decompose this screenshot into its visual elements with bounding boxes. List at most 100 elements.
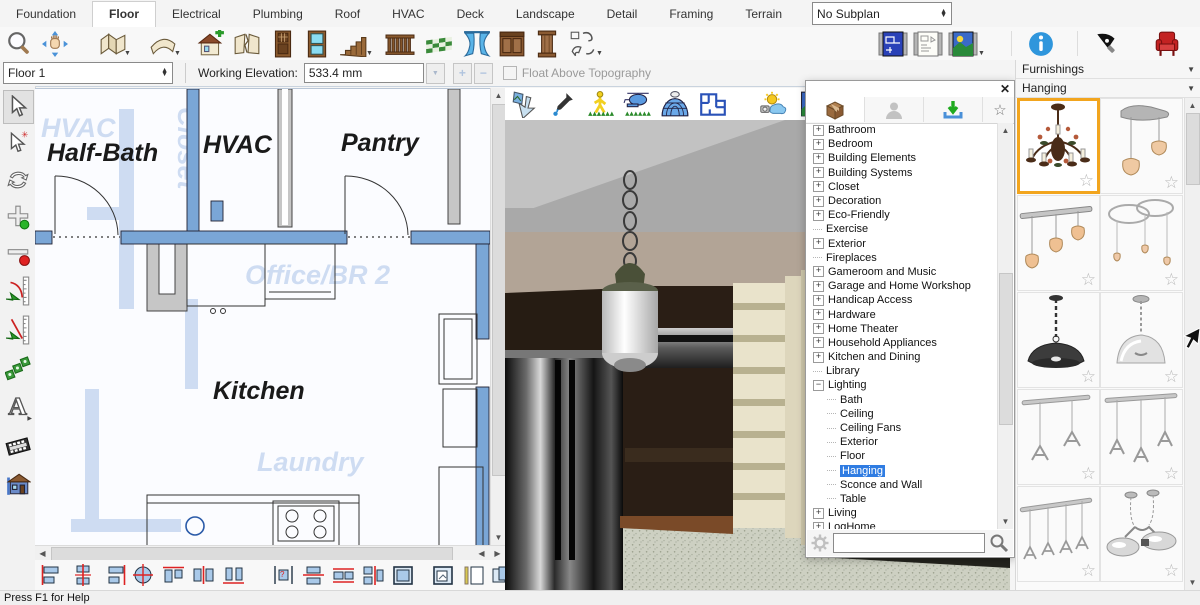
orbit-camera-icon[interactable] <box>660 89 690 118</box>
library-tree-scrollbar[interactable]: ▲ ▼ <box>997 123 1013 529</box>
tree-item-label[interactable]: Building Systems <box>828 167 912 179</box>
railing-icon[interactable] <box>385 29 415 58</box>
elevation-decrease-button[interactable]: − <box>474 63 493 84</box>
eyedropper-icon[interactable] <box>547 89 577 118</box>
tree-item-label[interactable]: Garage and Home Workshop <box>828 280 971 292</box>
expand-icon[interactable]: + <box>813 181 824 192</box>
plan-stove[interactable] <box>273 501 339 546</box>
item-ring-pendant[interactable]: ☆ <box>1100 195 1183 291</box>
expand-icon[interactable]: + <box>813 153 824 164</box>
wall-break-icon[interactable] <box>232 29 262 58</box>
tab-deck[interactable]: Deck <box>441 2 500 27</box>
tree-item-decoration[interactable]: +Decoration <box>807 194 997 208</box>
plan-sink[interactable] <box>186 517 204 535</box>
tree-item-sconce-and-wall[interactable]: Sconce and Wall <box>807 478 997 492</box>
tree-item-label[interactable]: Exterior <box>840 436 878 448</box>
tree-item-lighting[interactable]: −Lighting <box>807 378 997 392</box>
tab-detail[interactable]: Detail <box>591 2 654 27</box>
dimension-tool-1-icon[interactable] <box>40 563 66 587</box>
tree-item-label[interactable]: Exterior <box>828 238 866 250</box>
gear-icon[interactable] <box>811 534 829 552</box>
tree-item-floor[interactable]: Floor <box>807 449 997 463</box>
spinner-arrows-icon[interactable]: ▲▼ <box>161 69 168 77</box>
tree-item-exterior[interactable]: Exterior <box>807 435 997 449</box>
subplan-select[interactable]: No Subplan ▲▼ <box>812 2 952 25</box>
favorites-star-icon[interactable]: ☆ <box>986 97 1014 123</box>
wall-tools-icon[interactable]: ▼ <box>98 29 128 58</box>
library-browser-tab[interactable] <box>806 97 865 122</box>
tree-item-ceiling-fans[interactable]: Ceiling Fans <box>807 421 997 435</box>
dimension-tool-12-icon[interactable] <box>390 563 416 587</box>
library-search-input[interactable] <box>833 533 985 553</box>
search-icon[interactable] <box>989 533 1009 553</box>
dimension-tool-6-icon[interactable] <box>190 563 216 587</box>
item-four-cone-track-pendant[interactable]: ☆ <box>1017 486 1100 582</box>
expand-icon[interactable]: + <box>813 295 824 306</box>
dimension-tool-14-icon[interactable] <box>460 563 486 587</box>
tree-item-label[interactable]: Decoration <box>828 195 881 207</box>
cabinet-icon[interactable] <box>497 29 527 58</box>
tree-item-bathroom[interactable]: +Bathroom <box>807 123 997 137</box>
tab-floor[interactable]: Floor <box>92 1 156 27</box>
sun-settings-icon[interactable] <box>757 89 787 118</box>
scroll-left-icon[interactable]: ◀ <box>35 546 50 561</box>
tree-item-label[interactable]: Fireplaces <box>826 252 877 264</box>
dimension-tool-2-icon[interactable] <box>70 563 96 587</box>
dimension-tool-9-icon[interactable] <box>300 563 326 587</box>
library-title-bar[interactable]: ✕ <box>806 81 1014 97</box>
tree-item-eco-friendly[interactable]: +Eco-Friendly <box>807 208 997 222</box>
tree-item-garage-and-home-workshop[interactable]: +Garage and Home Workshop <box>807 279 997 293</box>
floor-plan-view[interactable]: HVAC Closet Office/BR 2 Laundry <box>35 88 490 546</box>
tree-item-label[interactable]: Hanging <box>840 465 885 477</box>
add-exterior-room-icon[interactable] <box>196 29 226 58</box>
column-icon[interactable] <box>532 29 562 58</box>
stairs-icon[interactable]: ▼ <box>338 29 368 58</box>
favorite-star-icon[interactable]: ☆ <box>1164 173 1179 193</box>
scroll-up-icon[interactable]: ▲ <box>491 89 506 102</box>
pan-icon[interactable] <box>40 29 70 58</box>
zoom-icon[interactable] <box>4 29 34 58</box>
dimension-line-icon[interactable] <box>3 314 32 346</box>
dimension-tool-5-icon[interactable] <box>160 563 186 587</box>
plan-vertical-scrollbar[interactable]: ▲ ▼ <box>490 88 506 545</box>
tree-item-label[interactable]: Hardware <box>828 309 876 321</box>
tree-item-home-theater[interactable]: +Home Theater <box>807 322 997 336</box>
tree-item-label[interactable]: Ceiling <box>840 408 874 420</box>
dimension-tool-7-icon[interactable] <box>220 563 246 587</box>
tree-item-label[interactable]: Handicap Access <box>828 294 912 306</box>
item-dark-dome-pendant[interactable]: ☆ <box>1017 292 1100 388</box>
tree-item-ceiling[interactable]: Ceiling <box>807 407 997 421</box>
tree-item-label[interactable]: Library <box>826 365 860 377</box>
plan-horizontal-scrollbar[interactable]: ◀ ◀ ▶ <box>35 545 505 561</box>
elevation-dropdown-button[interactable]: ▼ <box>426 63 445 84</box>
favorite-star-icon[interactable]: ☆ <box>1164 367 1179 387</box>
select-arrow-icon[interactable] <box>3 90 34 124</box>
tab-plumbing[interactable]: Plumbing <box>237 2 319 27</box>
tab-terrain[interactable]: Terrain <box>729 2 798 27</box>
scroll-right-icon[interactable]: ▶ <box>490 546 505 561</box>
curtain-icon[interactable] <box>462 29 492 58</box>
tab-landscape[interactable]: Landscape <box>500 2 591 27</box>
expand-icon[interactable]: + <box>813 210 824 221</box>
scroll-down-icon[interactable]: ▼ <box>491 531 506 544</box>
expand-icon[interactable]: + <box>813 309 824 320</box>
tree-item-handicap-access[interactable]: + Handicap Access <box>807 293 997 307</box>
tree-item-label[interactable]: Bedroom <box>828 138 873 150</box>
scroll-down-icon[interactable]: ▼ <box>1185 576 1200 589</box>
expand-icon[interactable]: + <box>813 167 824 178</box>
user-catalog-tab[interactable] <box>865 97 924 122</box>
tree-item-living[interactable]: +Living <box>807 506 997 520</box>
tree-item-exercise[interactable]: Exercise <box>807 222 997 236</box>
expand-icon[interactable]: + <box>813 323 824 334</box>
info-icon[interactable] <box>1026 29 1056 58</box>
tree-item-library[interactable]: Library <box>807 364 997 378</box>
tab-hvac[interactable]: HVAC <box>376 2 440 27</box>
layout-view-icon[interactable] <box>913 29 943 58</box>
select-3d-icon[interactable] <box>509 89 539 118</box>
walkthrough-icon[interactable] <box>585 89 615 118</box>
elevation-increase-button[interactable]: + <box>453 63 472 84</box>
tree-item-label[interactable]: Closet <box>828 181 859 193</box>
scroll-up-icon[interactable]: ▲ <box>1185 99 1200 112</box>
item-two-light-pendant[interactable]: ☆ <box>1100 98 1183 194</box>
tree-item-gameroom-and-music[interactable]: +Gameroom and Music <box>807 265 997 279</box>
